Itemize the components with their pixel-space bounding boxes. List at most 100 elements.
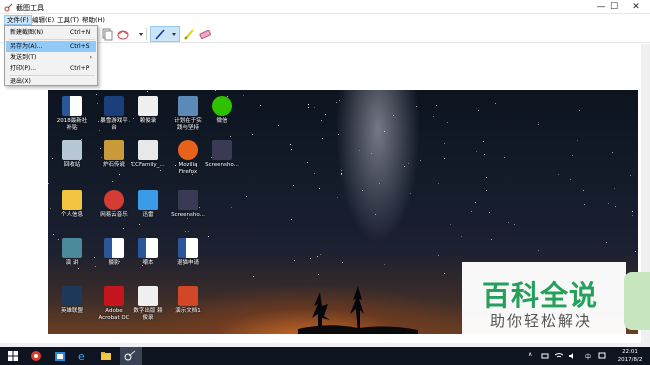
chevron-down-icon[interactable] — [134, 27, 143, 41]
desktop-icon[interactable]: 个人信息 — [52, 190, 92, 234]
menu-file[interactable]: 文件(F) — [4, 15, 32, 25]
star-dot — [313, 173, 315, 175]
desktop-icon[interactable]: Screensho... — [168, 190, 208, 234]
send-email-icon[interactable] — [116, 27, 130, 41]
window-titlebar: 截图工具 — ☐ ✕ — [0, 0, 650, 14]
star-dot — [319, 188, 321, 190]
star-dot — [324, 113, 326, 115]
star-dot — [607, 203, 609, 205]
star-dot — [307, 104, 309, 106]
taskbar-clock[interactable]: 22:01 2017/8/2 — [612, 348, 648, 364]
ime-indicator[interactable]: 中 — [585, 352, 591, 365]
maximize-button[interactable]: ☐ — [603, 0, 625, 14]
pen-tool-button[interactable] — [150, 26, 180, 42]
star-dot — [538, 122, 540, 124]
baike-watermark: 百科全说 助你轻松解决 — [462, 262, 626, 334]
desktop-icon[interactable]: 演示文档1 — [168, 286, 208, 330]
star-dot — [537, 123, 539, 125]
desktop-icon-label: 微信 — [216, 118, 228, 124]
star-dot — [583, 203, 585, 205]
toolbar-separator — [146, 28, 147, 40]
side-mascot-badge — [624, 272, 650, 330]
star-dot — [572, 155, 574, 157]
star-dot — [475, 201, 477, 203]
star-dot — [322, 137, 324, 139]
menu-separator — [9, 39, 95, 40]
desktop-icon[interactable]: 英雄联盟 — [52, 286, 92, 330]
network-icon[interactable] — [541, 352, 549, 365]
windows-start-icon[interactable] — [7, 350, 19, 362]
star-dot — [251, 134, 253, 136]
desktop-icon[interactable]: 嘲本 — [128, 238, 168, 282]
eraser-icon[interactable] — [198, 27, 212, 41]
desktop-icon[interactable]: 数字出版 赖 俊录 — [128, 286, 168, 330]
snipping-tool-taskbar-icon[interactable] — [120, 347, 142, 365]
volume-icon[interactable] — [568, 352, 576, 365]
desktop-icon-label: 2018最新社 补贴 — [56, 118, 88, 131]
star-dot — [215, 90, 217, 91]
word-icon — [138, 238, 158, 258]
star-dot — [538, 250, 540, 252]
menu-edit[interactable]: 编辑(E) — [30, 15, 56, 25]
desktop-icon[interactable]: Screensho... — [202, 140, 242, 184]
presentation-icon — [62, 238, 82, 258]
star-dot — [318, 273, 320, 275]
app-360-icon[interactable] — [30, 350, 42, 362]
word-icon — [104, 238, 124, 258]
star-dot — [569, 179, 571, 181]
star-dot — [508, 221, 510, 223]
desktop-icon[interactable]: 迅雷 — [128, 190, 168, 234]
close-button[interactable]: ✕ — [625, 0, 647, 14]
desktop-icon[interactable]: 回收站 — [52, 140, 92, 184]
desktop-icon-label: 回收站 — [63, 162, 81, 168]
star-dot — [207, 235, 209, 237]
desktop-icon[interactable]: 演 讲 — [52, 238, 92, 282]
app-store-icon[interactable] — [54, 350, 66, 362]
highlighter-icon[interactable] — [182, 27, 196, 41]
clock-date: 2017/8/2 — [617, 357, 643, 363]
copy-icon[interactable] — [100, 27, 114, 41]
star-dot — [443, 272, 445, 274]
menu-item-send-to[interactable]: 发送到(T) › — [6, 52, 96, 63]
desktop-icon[interactable]: 退猫申请 — [168, 238, 208, 282]
lol-icon — [62, 286, 82, 306]
menu-item-exit[interactable]: 退出(X) — [6, 76, 96, 87]
edge-browser-icon[interactable]: e — [77, 350, 89, 363]
star-dot — [243, 95, 245, 97]
star-dot — [370, 152, 372, 154]
star-dot — [614, 187, 616, 189]
word-icon — [178, 238, 198, 258]
star-dot — [340, 169, 342, 171]
star-dot — [433, 115, 435, 117]
menu-tools[interactable]: 工具(T) — [55, 15, 81, 25]
desktop-icon[interactable]: 微信 — [202, 96, 242, 140]
menu-item-save-as[interactable]: 另存为(A)... Ctrl+S — [6, 41, 96, 52]
star-dot — [475, 150, 477, 152]
desktop-icon[interactable]: CCFamily_... — [128, 140, 168, 184]
svg-text:e: e — [78, 350, 85, 362]
star-dot — [477, 109, 479, 111]
star-dot — [632, 215, 634, 217]
star-dot — [317, 255, 319, 257]
star-dot — [632, 210, 634, 212]
chevron-down-icon[interactable] — [171, 31, 177, 41]
menu-item-print[interactable]: 打印(P)... Ctrl+P — [6, 63, 96, 74]
wifi-icon[interactable] — [554, 352, 564, 365]
desktop-icon[interactable]: 2018最新社 补贴 — [52, 96, 92, 140]
star-dot — [245, 195, 247, 197]
star-dot — [419, 160, 421, 162]
star-dot — [383, 130, 385, 132]
star-dot — [362, 190, 364, 192]
tray-expand-icon[interactable]: ∧ — [528, 351, 532, 365]
screenshot-icon — [178, 190, 198, 210]
star-dot — [494, 102, 496, 104]
file-explorer-icon[interactable] — [100, 350, 112, 362]
menu-item-new-snip[interactable]: 新建截图(N) Ctrl+N — [6, 27, 96, 38]
pen-icon — [153, 27, 167, 41]
desktop-icon[interactable]: 赖俊录 — [128, 96, 168, 140]
star-dot — [444, 143, 446, 145]
menu-help[interactable]: 帮助(H) — [80, 15, 107, 25]
notification-icon[interactable] — [598, 352, 606, 365]
watermark-subtitle: 助你轻松解决 — [490, 312, 593, 330]
star-dot — [634, 251, 636, 253]
